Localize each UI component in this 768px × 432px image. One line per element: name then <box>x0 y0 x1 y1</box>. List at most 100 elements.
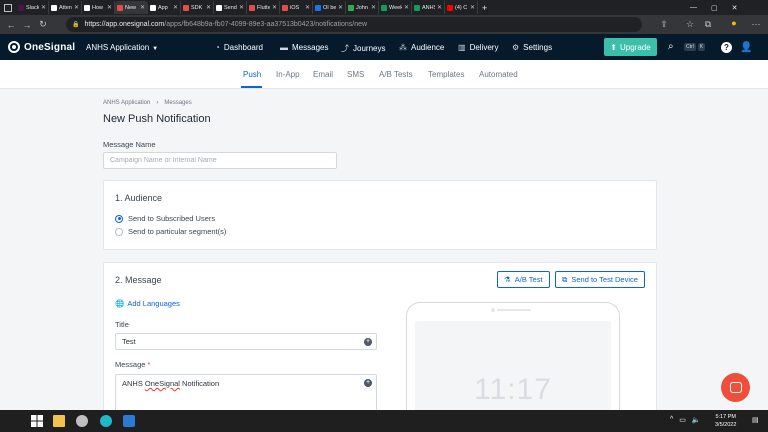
tab-templates[interactable]: Templates <box>428 70 464 79</box>
audience-title: 1. Audience <box>115 193 163 203</box>
add-personalization-icon[interactable]: + <box>364 379 372 387</box>
browser-tab[interactable]: OI be ✕ <box>313 1 346 14</box>
share-icon[interactable]: ⇪ <box>656 19 672 30</box>
search-icon[interactable]: ⌕ <box>668 41 674 52</box>
vscode-icon[interactable] <box>123 415 135 427</box>
tab-close-icon[interactable]: ✕ <box>140 4 145 11</box>
help-icon[interactable]: ? <box>721 42 732 53</box>
required-marker: * <box>147 360 151 369</box>
collections-icon[interactable]: ⧉ <box>700 19 716 30</box>
tab-close-icon[interactable]: ✕ <box>338 4 343 11</box>
reload-icon[interactable]: ↻ <box>35 19 51 30</box>
radio-selected-icon[interactable] <box>115 214 123 223</box>
nav-delivery[interactable]: ▥ Delivery <box>458 43 498 52</box>
tab-close-icon[interactable]: ✕ <box>206 4 211 11</box>
browser-tab[interactable]: Atten ✕ <box>49 1 82 14</box>
minimize-icon[interactable]: — <box>690 4 697 11</box>
message-body-label-text: Message <box>115 360 146 369</box>
browser-tab[interactable]: Send ✕ <box>214 1 247 14</box>
tab-close-icon[interactable]: ✕ <box>173 4 178 11</box>
maximize-icon[interactable]: ▢ <box>711 4 718 12</box>
breadcrumb-app[interactable]: ANHS Application <box>103 100 150 106</box>
breadcrumb-messages[interactable]: Messages <box>164 100 191 106</box>
chevron-up-icon[interactable]: ^ <box>670 416 673 424</box>
browser-tab[interactable]: ANHS✕ <box>412 1 445 14</box>
url-input[interactable]: 🔒 https://app.onesignal.com/apps/fb648b9… <box>66 17 642 32</box>
radio-subscribed-users[interactable]: Send to Subscribed Users <box>115 214 215 223</box>
browser-tab[interactable]: New ✕ <box>115 1 148 14</box>
windows-taskbar: ^ ▭ 🔈 5:17 PM 3/5/2022 ▤ <box>0 410 768 432</box>
browser-tab[interactable]: John ✕ <box>346 1 379 14</box>
message-name-input[interactable] <box>103 152 337 169</box>
tab-ab-tests[interactable]: A/B Tests <box>379 70 413 79</box>
tab-close-icon[interactable]: ✕ <box>371 4 376 11</box>
profile-icon[interactable]: ● <box>726 18 742 28</box>
tab-automated[interactable]: Automated <box>479 70 518 79</box>
upgrade-label: Upgrade <box>620 42 651 52</box>
taskbar-clock[interactable]: 5:17 PM 3/5/2022 <box>715 413 736 429</box>
new-tab-button[interactable]: + <box>482 3 487 13</box>
forward-icon[interactable]: → <box>19 20 35 30</box>
tab-sms[interactable]: SMS <box>347 70 364 79</box>
browser-tab[interactable]: Flutte ✕ <box>247 1 280 14</box>
browser-tab[interactable]: Week ✕ <box>379 1 412 14</box>
close-window-icon[interactable]: ✕ <box>732 4 738 12</box>
add-languages-link[interactable]: 🌐 Add Languages <box>115 299 180 308</box>
windows-start-icon[interactable] <box>31 415 43 427</box>
notifications-icon[interactable]: ▤ <box>752 416 759 424</box>
radio-unselected-icon[interactable] <box>115 227 123 236</box>
nav-dashboard[interactable]: ◔ Dashboard <box>215 43 263 52</box>
back-icon[interactable]: ← <box>3 20 19 30</box>
user-icon[interactable]: 👤 <box>740 42 752 53</box>
chat-support-button[interactable] <box>721 373 750 402</box>
tab-email[interactable]: Email <box>313 70 333 79</box>
nav-journeys[interactable]: ⤴ Journeys <box>341 43 385 54</box>
tab-close-icon[interactable]: ✕ <box>41 4 46 11</box>
tab-close-icon[interactable]: ✕ <box>437 4 442 11</box>
browser-tab[interactable]: App ✕ <box>148 1 181 14</box>
edge-browser-icon[interactable] <box>100 415 112 427</box>
clock-date: 3/5/2022 <box>715 422 737 428</box>
more-menu-icon[interactable]: ⋯ <box>748 19 764 30</box>
browser-tab[interactable]: Slack ✕ <box>16 1 49 14</box>
radio-label: Send to particular segment(s) <box>128 227 227 236</box>
nav-audience[interactable]: ⁂ Audience <box>399 43 444 52</box>
breadcrumb-separator-icon: › <box>156 100 159 106</box>
add-personalization-icon[interactable]: + <box>364 338 372 346</box>
delivery-icon: ▥ <box>458 43 466 52</box>
tab-close-icon[interactable]: ✕ <box>74 4 79 11</box>
tab-close-icon[interactable]: ✕ <box>404 4 409 11</box>
tab-close-icon[interactable]: ✕ <box>239 4 244 11</box>
tab-close-icon[interactable]: ✕ <box>272 4 277 11</box>
tab-in-app[interactable]: In-App <box>276 70 300 79</box>
file-explorer-icon[interactable] <box>53 415 65 427</box>
address-bar: ← → ↻ 🔒 https://app.onesignal.com/apps/f… <box>0 15 768 34</box>
volume-icon[interactable]: 🔈 <box>692 416 701 424</box>
network-icon[interactable]: ▭ <box>679 416 686 424</box>
nav-messages[interactable]: ▬ Messages <box>280 43 328 52</box>
browser-tab[interactable]: How ✕ <box>82 1 115 14</box>
onesignal-logo[interactable]: OneSignal <box>8 41 75 53</box>
tab-actions-icon[interactable] <box>4 3 12 12</box>
nav-settings[interactable]: ⚙ Settings <box>512 43 552 52</box>
tab-close-icon[interactable]: ✕ <box>470 4 475 11</box>
upgrade-button[interactable]: ⬆ Upgrade <box>604 38 657 56</box>
tab-favicon-icon <box>183 4 189 11</box>
browser-tab[interactable]: iOS ✕ <box>280 1 313 14</box>
app-icon[interactable] <box>76 415 88 427</box>
browser-tab[interactable]: (4) C ✕ <box>445 1 478 14</box>
send-test-device-button[interactable]: ⧉ Send to Test Device <box>555 271 645 288</box>
title-input[interactable]: Test + <box>115 333 377 350</box>
tab-close-icon[interactable]: ✕ <box>107 4 112 11</box>
flask-icon: ⚗ <box>504 275 511 284</box>
tab-label: Week <box>389 4 402 11</box>
bookmark-star-icon[interactable]: ☆ <box>682 19 698 30</box>
ab-test-button[interactable]: ⚗ A/B Test <box>497 271 550 288</box>
tab-close-icon[interactable]: ✕ <box>305 4 310 11</box>
tab-push[interactable]: Push <box>243 70 261 79</box>
globe-icon: 🌐 <box>115 299 125 308</box>
app-selector[interactable]: ANHS Application ▼ <box>86 43 158 52</box>
radio-particular-segments[interactable]: Send to particular segment(s) <box>115 227 226 236</box>
tab-label: OI be <box>323 4 336 11</box>
browser-tab[interactable]: SDK ✕ <box>181 1 214 14</box>
